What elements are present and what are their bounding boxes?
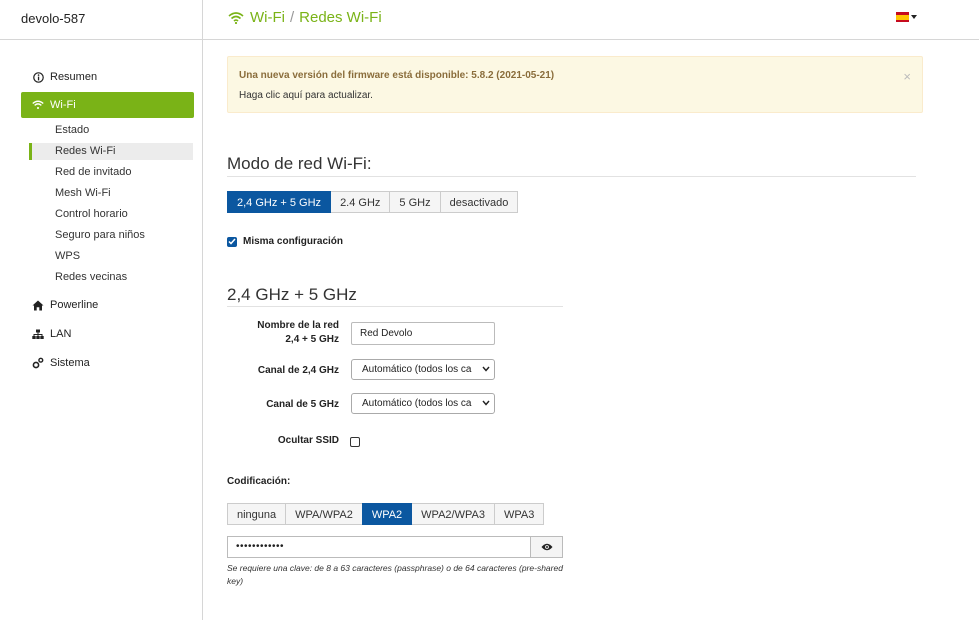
encryption-label: Codificación: <box>227 476 291 487</box>
sidebar-subitem-seguro-para-ninos[interactable]: Seguro para niños <box>29 227 193 244</box>
ssid-label-line2: 2,4 + 5 GHz <box>285 334 339 345</box>
breadcrumb-parent[interactable]: Wi-Fi <box>250 9 285 26</box>
sidebar-item-label: LAN <box>50 328 72 340</box>
show-password-button[interactable] <box>530 536 563 558</box>
sidebar-item-label: Powerline <box>50 299 99 311</box>
breadcrumb-current: Redes Wi-Fi <box>299 9 382 26</box>
hide-ssid-checkbox[interactable] <box>350 437 360 447</box>
breadcrumb: Wi-Fi / Redes Wi-Fi <box>228 9 382 26</box>
sidebar-subitem-mesh-wifi[interactable]: Mesh Wi-Fi <box>29 185 193 202</box>
spain-flag-icon <box>896 12 909 22</box>
same-config-checkbox[interactable] <box>227 236 237 247</box>
info-icon <box>32 71 44 83</box>
encryption-button-group: ninguna WPA/WPA2 WPA2 WPA2/WPA3 WPA3 <box>227 503 545 525</box>
channel24-label: Canal de 2,4 GHz <box>257 365 339 376</box>
encryption-option-wpa2[interactable]: WPA2 <box>361 503 413 525</box>
mode-option-24ghz[interactable]: 2.4 GHz <box>330 191 391 213</box>
mode-option-both[interactable]: 2,4 GHz + 5 GHz <box>227 191 332 213</box>
sidebar: Resumen Wi-Fi Estado Redes Wi-Fi Red de … <box>0 40 202 620</box>
wifi-icon <box>32 99 44 111</box>
language-selector[interactable] <box>896 12 917 22</box>
sidebar-subitem-red-de-invitado[interactable]: Red de invitado <box>29 164 193 181</box>
network-icon <box>32 328 44 340</box>
chevron-down-icon <box>482 366 490 372</box>
eye-icon <box>541 543 552 551</box>
encryption-option-wpa2-wpa3[interactable]: WPA2/WPA3 <box>411 503 495 525</box>
channel5-value: Automático (todos los ca <box>362 398 472 409</box>
chevron-down-icon <box>911 15 917 19</box>
mode-option-5ghz[interactable]: 5 GHz <box>389 191 441 213</box>
wifi-icon <box>228 11 244 24</box>
channel24-value: Automático (todos los ca <box>362 364 472 375</box>
sidebar-subitem-wps[interactable]: WPS <box>29 248 193 265</box>
home-icon <box>32 299 44 311</box>
sidebar-item-label: Resumen <box>50 71 98 83</box>
chevron-down-icon <box>482 400 490 406</box>
sidebar-subitem-control-horario[interactable]: Control horario <box>29 206 193 223</box>
encryption-option-none[interactable]: ninguna <box>227 503 287 525</box>
alert-title: Una nueva versión del firmware está disp… <box>239 70 555 81</box>
password-help-text: Se requiere una clave: de 8 a 63 caracte… <box>227 563 563 586</box>
sidebar-item-wifi[interactable]: Wi-Fi <box>21 92 194 118</box>
sidebar-item-sistema[interactable]: Sistema <box>21 355 194 371</box>
sidebar-item-label: Sistema <box>50 357 90 369</box>
mode-button-group: 2,4 GHz + 5 GHz 2.4 GHz 5 GHz desactivad… <box>227 191 519 213</box>
device-name: devolo-587 <box>21 11 86 26</box>
gears-icon <box>32 357 44 369</box>
sidebar-item-label: Wi-Fi <box>50 99 76 111</box>
sidebar-subitem-redes-vecinas[interactable]: Redes vecinas <box>29 269 193 286</box>
ssid-label-line1: Nombre de la red <box>257 320 339 331</box>
channel24-select[interactable]: Automático (todos los ca <box>351 359 495 380</box>
same-config-row: Misma configuración <box>227 236 343 247</box>
band-section-title: 2,4 GHz + 5 GHz <box>227 285 357 304</box>
divider <box>227 176 916 177</box>
channel5-label: Canal de 5 GHz <box>266 399 339 410</box>
mode-section-title: Modo de red Wi-Fi: <box>227 154 372 173</box>
update-link[interactable]: Haga clic aquí para actualizar. <box>239 90 373 101</box>
check-icon <box>228 238 236 245</box>
sidebar-subitem-estado[interactable]: Estado <box>29 122 193 139</box>
sidebar-item-lan[interactable]: LAN <box>21 326 194 342</box>
divider <box>227 306 563 307</box>
firmware-update-alert: Una nueva versión del firmware está disp… <box>227 56 923 113</box>
encryption-option-wpa-wpa2[interactable]: WPA/WPA2 <box>285 503 363 525</box>
sidebar-subitem-redes-wifi[interactable]: Redes Wi-Fi <box>29 143 193 160</box>
mode-option-off[interactable]: desactivado <box>439 191 519 213</box>
encryption-option-wpa3[interactable]: WPA3 <box>493 503 545 525</box>
hide-ssid-label: Ocultar SSID <box>277 435 339 446</box>
ssid-label: Nombre de la red 2,4 + 5 GHz <box>227 319 339 347</box>
ssid-input[interactable]: Red Devolo <box>351 322 495 345</box>
sidebar-divider <box>202 0 203 620</box>
breadcrumb-separator: / <box>289 9 295 26</box>
channel5-select[interactable]: Automático (todos los ca <box>351 393 495 414</box>
same-config-label: Misma configuración <box>243 236 344 247</box>
sidebar-item-resumen[interactable]: Resumen <box>21 69 194 85</box>
password-input[interactable]: •••••••••••• <box>227 536 531 558</box>
sidebar-item-powerline[interactable]: Powerline <box>21 297 194 313</box>
top-bar: devolo-587 <box>0 0 979 40</box>
close-icon[interactable]: × <box>903 69 911 84</box>
